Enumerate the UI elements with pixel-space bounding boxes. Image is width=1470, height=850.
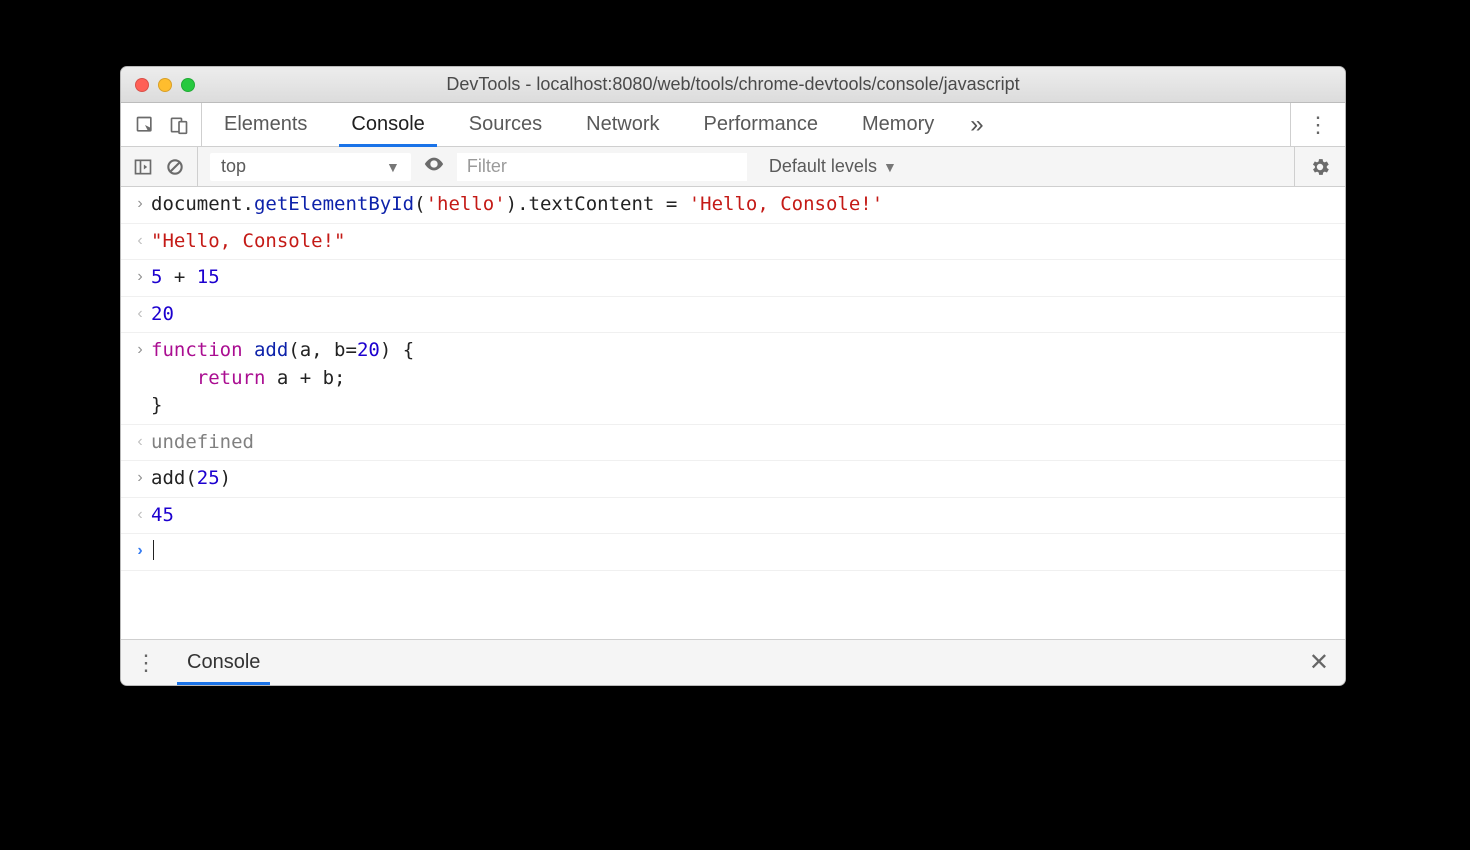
drawer-menu-button[interactable]: ⋮ <box>121 640 171 685</box>
console-toolbar: top ▼ Default levels ▼ <box>121 147 1345 187</box>
console-row-output: ‹20 <box>121 297 1345 334</box>
drawer-close-button[interactable]: ✕ <box>1293 640 1345 685</box>
console-row-content: document.getElementById('hello').textCon… <box>151 191 1339 219</box>
titlebar: DevTools - localhost:8080/web/tools/chro… <box>121 67 1345 103</box>
tabs-list: ElementsConsoleSourcesNetworkPerformance… <box>202 103 956 146</box>
live-expression-icon[interactable] <box>423 153 445 180</box>
zoom-window-button[interactable] <box>181 78 195 92</box>
close-icon: ✕ <box>1309 648 1329 677</box>
output-arrow-icon: ‹ <box>129 301 151 325</box>
filter-input[interactable] <box>457 153 747 181</box>
console-row-content: undefined <box>151 429 1339 457</box>
console-row-output: ‹undefined <box>121 425 1345 462</box>
prompt-arrow-icon: › <box>129 538 151 562</box>
tab-memory[interactable]: Memory <box>840 103 956 146</box>
console-row-content: "Hello, Console!" <box>151 228 1339 256</box>
console-row-content: 45 <box>151 502 1339 530</box>
inspect-element-icon[interactable] <box>135 115 155 135</box>
tab-sources[interactable]: Sources <box>447 103 564 146</box>
console-row-content: 20 <box>151 301 1339 329</box>
input-arrow-icon: › <box>129 465 151 489</box>
drawer: ⋮ Console ✕ <box>121 639 1345 685</box>
text-cursor <box>153 540 154 560</box>
console-settings-button[interactable] <box>1294 147 1345 186</box>
more-options-button[interactable]: ⋮ <box>1290 103 1345 146</box>
drawer-tab-label: Console <box>187 651 260 674</box>
console-row-input: ›add(25) <box>121 461 1345 498</box>
console-row-input: ›function add(a, b=20) { return a + b; } <box>121 333 1345 425</box>
toggle-console-sidebar-icon[interactable] <box>133 157 153 177</box>
input-arrow-icon: › <box>129 264 151 288</box>
levels-label: Default levels <box>769 156 877 177</box>
main-tabs-row: ElementsConsoleSourcesNetworkPerformance… <box>121 103 1345 147</box>
output-arrow-icon: ‹ <box>129 502 151 526</box>
console-row-input: ›document.getElementById('hello').textCo… <box>121 187 1345 224</box>
console-row-prompt[interactable]: › <box>121 534 1345 571</box>
console-row-content: function add(a, b=20) { return a + b; } <box>151 337 1339 420</box>
tab-network[interactable]: Network <box>564 103 681 146</box>
context-label: top <box>221 156 246 177</box>
tab-performance[interactable]: Performance <box>682 103 841 146</box>
log-levels-select[interactable]: Default levels ▼ <box>759 156 907 177</box>
chevron-down-icon: ▼ <box>386 159 400 175</box>
inspect-tools <box>121 103 202 146</box>
minimize-window-button[interactable] <box>158 78 172 92</box>
toggle-device-icon[interactable] <box>169 115 189 135</box>
console-output[interactable]: ›document.getElementById('hello').textCo… <box>121 187 1345 639</box>
clear-console-icon[interactable] <box>165 157 185 177</box>
drawer-tab-console[interactable]: Console <box>171 640 276 685</box>
window-title: DevTools - localhost:8080/web/tools/chro… <box>121 74 1345 95</box>
gear-icon <box>1309 156 1331 178</box>
devtools-window: DevTools - localhost:8080/web/tools/chro… <box>120 66 1346 686</box>
console-row-content <box>151 538 1339 566</box>
console-row-content: add(25) <box>151 465 1339 493</box>
kebab-icon: ⋮ <box>135 652 157 674</box>
console-row-output: ‹"Hello, Console!" <box>121 224 1345 261</box>
chevron-down-icon: ▼ <box>883 159 897 175</box>
tab-console[interactable]: Console <box>329 103 446 146</box>
input-arrow-icon: › <box>129 337 151 361</box>
tabs-overflow-button[interactable]: » <box>956 103 997 146</box>
output-arrow-icon: ‹ <box>129 228 151 252</box>
execution-context-select[interactable]: top ▼ <box>210 153 411 181</box>
output-arrow-icon: ‹ <box>129 429 151 453</box>
traffic-lights <box>121 78 195 92</box>
input-arrow-icon: › <box>129 191 151 215</box>
tab-elements[interactable]: Elements <box>202 103 329 146</box>
kebab-icon: ⋮ <box>1307 114 1329 136</box>
console-row-content: 5 + 15 <box>151 264 1339 292</box>
console-row-output: ‹45 <box>121 498 1345 535</box>
close-window-button[interactable] <box>135 78 149 92</box>
console-row-input: ›5 + 15 <box>121 260 1345 297</box>
